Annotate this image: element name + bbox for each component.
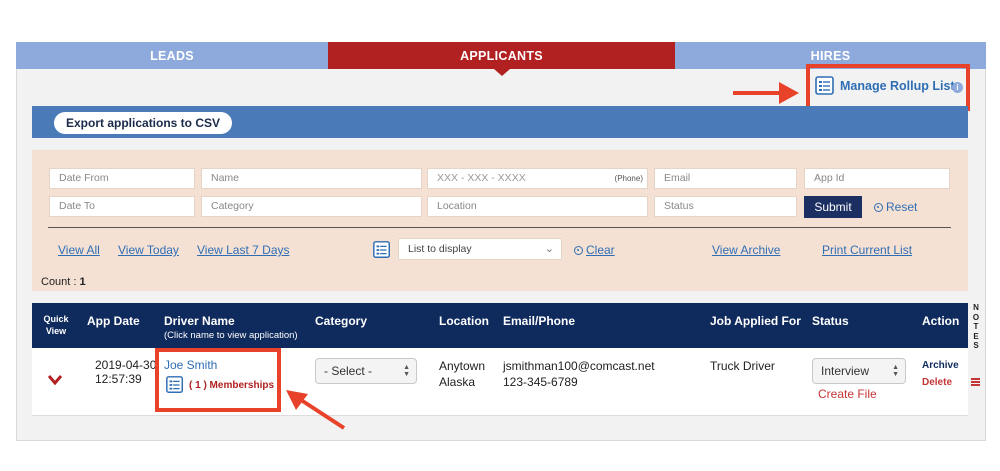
email-input[interactable]: Email — [654, 168, 797, 189]
col-quick-view: Quick View — [43, 314, 69, 336]
phone-value: 123-345-6789 — [503, 375, 578, 389]
col-app-date: App Date — [87, 314, 140, 328]
memberships-link[interactable]: ( 1 ) Memberships — [165, 375, 274, 395]
email-value: jsmithman100@comcast.net — [503, 359, 655, 373]
count-value: 1 — [79, 276, 86, 288]
phone-tag: (Phone) — [614, 174, 643, 183]
list-scroll-icon — [166, 376, 183, 393]
tab-applicants-label: APPLICANTS — [460, 48, 543, 63]
list-scroll-icon — [373, 241, 390, 258]
location-state: Alaska — [439, 375, 476, 389]
list-to-display-select[interactable]: List to display ⌄ — [398, 238, 562, 260]
list-scroll-icon — [815, 76, 834, 95]
result-count: Count : 1 — [41, 276, 86, 288]
col-job-applied: Job Applied For — [710, 314, 801, 328]
active-tab-caret — [493, 69, 510, 76]
memberships-label: ( 1 ) Memberships — [189, 379, 275, 391]
export-csv-button[interactable]: Export applications to CSV — [54, 112, 233, 134]
notes-letter: T — [973, 322, 979, 331]
manage-rollup-lists-link[interactable]: Manage Rollup Lists — [814, 76, 962, 96]
manage-rollup-lists-label: Manage Rollup Lists — [840, 79, 962, 93]
location-input[interactable]: Location — [427, 196, 648, 217]
notes-label: N O T E S — [972, 303, 980, 351]
chevron-down-icon[interactable] — [48, 375, 62, 385]
phone-input[interactable]: XXX - XXX - XXXX (Phone) — [427, 168, 648, 189]
reset-label: Reset — [886, 200, 918, 214]
category-select[interactable]: - Select - ▲ ▼ — [315, 358, 417, 384]
phone-placeholder: XXX - XXX - XXXX — [437, 172, 526, 184]
print-current-list-link[interactable]: Print Current List — [822, 243, 912, 257]
location-city: Anytown — [439, 359, 486, 373]
view-today-link[interactable]: View Today — [118, 243, 179, 257]
app-id-input[interactable]: App Id — [804, 168, 950, 189]
notes-letter: E — [973, 331, 979, 341]
tab-leads[interactable]: LEADS — [16, 42, 328, 69]
callout-arrow-right-icon — [733, 82, 799, 104]
updown-icon: ▲ ▼ — [403, 364, 410, 378]
archive-button[interactable]: Archive — [922, 360, 959, 371]
status-input[interactable]: Status — [654, 196, 797, 217]
category-select-value: - Select - — [324, 364, 373, 378]
clear-label: Clear — [586, 243, 615, 257]
clear-radio-icon — [574, 245, 583, 255]
notes-letter: S — [973, 341, 979, 350]
notes-letter: O — [972, 312, 980, 322]
notes-menu-icon[interactable] — [971, 378, 980, 386]
col-status: Status — [812, 314, 849, 328]
delete-button[interactable]: Delete — [922, 377, 952, 388]
job-applied-value: Truck Driver — [710, 359, 775, 373]
status-select-value: Interview — [821, 364, 870, 378]
create-file-link[interactable]: Create File — [818, 387, 877, 401]
col-driver-name-sub: (Click name to view application) — [164, 330, 298, 341]
col-email-phone: Email/Phone — [503, 314, 576, 328]
view-all-link[interactable]: View All — [58, 243, 100, 257]
app-time-value: 12:57:39 — [95, 372, 142, 386]
tab-applicants[interactable]: APPLICANTS — [328, 42, 675, 76]
reset-radio-icon — [874, 202, 883, 212]
chevron-down-icon: ⌄ — [544, 243, 554, 255]
status-select[interactable]: Interview ▲ ▼ — [812, 358, 906, 384]
count-label: Count : — [41, 276, 80, 288]
col-action: Action — [922, 314, 960, 328]
col-driver-name: Driver Name (Click name to view applicati… — [164, 314, 298, 341]
col-category: Category — [315, 314, 368, 328]
callout-arrow-up-left-icon — [286, 390, 346, 430]
reset-button[interactable]: Reset — [874, 200, 917, 214]
view-archive-link[interactable]: View Archive — [712, 243, 780, 257]
name-input[interactable]: Name — [201, 168, 422, 189]
clear-button[interactable]: Clear — [574, 243, 615, 257]
driver-name-link[interactable]: Joe Smith — [164, 358, 217, 372]
notes-letter: N — [973, 303, 979, 312]
category-input[interactable]: Category — [201, 196, 422, 217]
col-location: Location — [439, 314, 489, 328]
info-icon[interactable]: i — [952, 82, 963, 93]
list-to-display-value: List to display — [408, 243, 472, 255]
date-from-input[interactable]: Date From — [49, 168, 195, 189]
updown-icon: ▲ ▼ — [892, 364, 899, 378]
date-to-input[interactable]: Date To — [49, 196, 195, 217]
col-driver-name-label: Driver Name — [164, 314, 235, 328]
filter-divider — [48, 227, 951, 228]
view-last-7-days-link[interactable]: View Last 7 Days — [197, 243, 290, 257]
submit-button[interactable]: Submit — [804, 196, 862, 218]
